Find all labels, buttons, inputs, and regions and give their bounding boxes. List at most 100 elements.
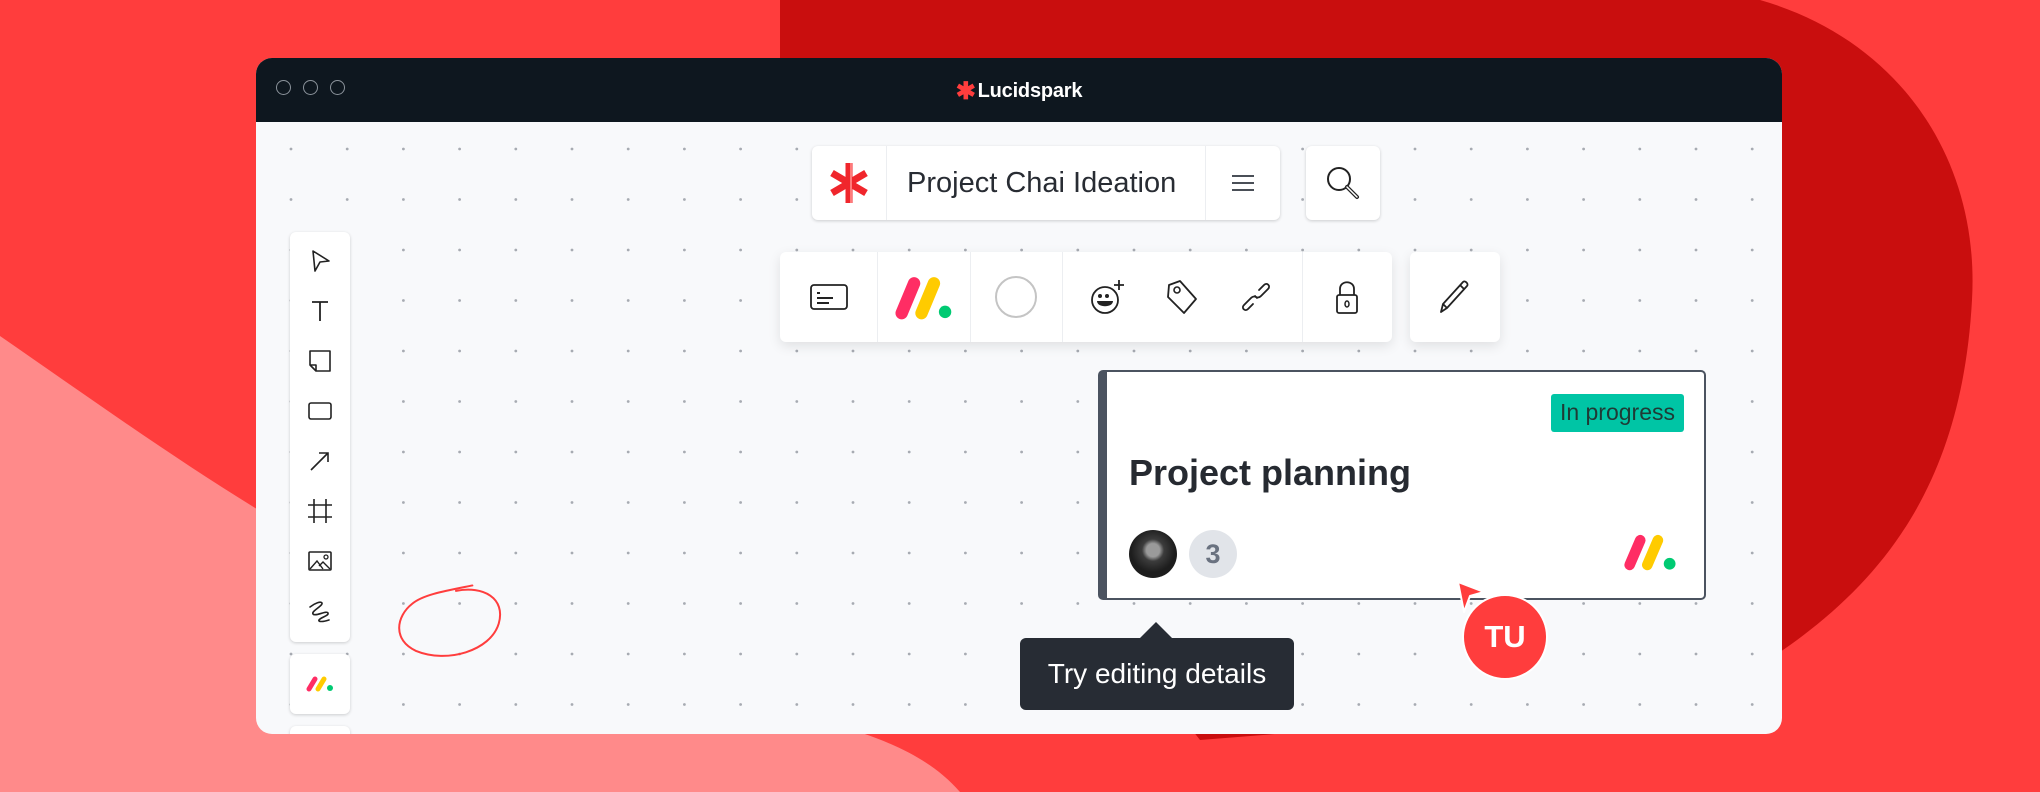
grid-dot xyxy=(1582,349,1585,353)
monday-sync-button[interactable] xyxy=(887,252,961,342)
edit-button[interactable] xyxy=(1410,252,1500,342)
grid-dot xyxy=(1582,248,1585,252)
grid-dot xyxy=(1638,299,1642,302)
grid-dot xyxy=(1020,349,1023,353)
grid-dot xyxy=(683,450,686,454)
document-menu-button[interactable] xyxy=(1205,146,1280,220)
assignee-avatar[interactable] xyxy=(1129,530,1177,578)
app-brand: ✱ Lucidspark xyxy=(256,77,1782,106)
collaborator-avatar: TU xyxy=(1462,594,1548,680)
grid-dot xyxy=(739,400,742,403)
grid-dot xyxy=(458,602,461,605)
document-bar: Project Chai Ideation xyxy=(812,146,1280,220)
document-title[interactable]: Project Chai Ideation xyxy=(887,146,1205,220)
tool-select[interactable] xyxy=(290,236,350,286)
search-button[interactable] xyxy=(1306,146,1380,220)
monday-integration-button[interactable] xyxy=(290,654,350,714)
grid-dot xyxy=(1694,299,1698,302)
grid-dot xyxy=(1526,198,1529,201)
grid-dot xyxy=(739,248,742,252)
grid-dot xyxy=(851,400,855,403)
ctx-segment-color xyxy=(971,252,1064,342)
grid-dot xyxy=(514,248,518,252)
frame-icon xyxy=(308,499,332,523)
grid-dot xyxy=(683,248,686,252)
grid-dot xyxy=(1526,349,1529,353)
grid-dot xyxy=(514,501,518,504)
grid-dot xyxy=(964,450,967,454)
grid-dot xyxy=(626,198,630,201)
grid-dot xyxy=(1694,602,1698,605)
grid-dot xyxy=(458,248,461,252)
grid-dot xyxy=(795,400,799,403)
grid-dot xyxy=(570,652,574,656)
grid-dot xyxy=(1469,349,1473,353)
tool-image[interactable] xyxy=(290,536,350,586)
grid-dot xyxy=(795,602,799,605)
grid-dot xyxy=(739,602,742,605)
tag-button[interactable] xyxy=(1145,252,1219,342)
add-reaction-button[interactable] xyxy=(1071,252,1145,342)
grid-dot xyxy=(570,400,574,403)
lucidspark-asterisk-icon xyxy=(830,163,868,203)
grid-dot xyxy=(964,501,967,504)
more-tools-button[interactable] xyxy=(290,726,350,734)
tool-sticky-note[interactable] xyxy=(290,336,350,386)
ctx-segment-monday xyxy=(878,252,971,342)
grid-dot xyxy=(570,248,574,252)
grid-dot xyxy=(1638,248,1642,252)
grid-dot xyxy=(1301,349,1304,353)
grid-dot xyxy=(458,299,461,302)
text-icon xyxy=(312,301,328,321)
arrow-icon xyxy=(310,452,329,471)
grid-dot xyxy=(1750,652,1754,656)
tool-freehand[interactable] xyxy=(290,586,350,636)
left-toolbar xyxy=(290,232,350,642)
status-badge[interactable]: In progress xyxy=(1550,394,1684,432)
grid-dot xyxy=(514,703,518,706)
grid-dot xyxy=(570,501,574,504)
grid-dot xyxy=(458,349,461,353)
grid-dot xyxy=(1638,602,1642,605)
grid-dot xyxy=(1638,652,1642,656)
grid-dot xyxy=(1020,450,1023,454)
grid-dot xyxy=(514,147,518,151)
grid-dot xyxy=(1750,400,1754,403)
grid-dot xyxy=(458,450,461,454)
grid-dot xyxy=(1638,349,1642,353)
grid-dot xyxy=(739,147,742,151)
grid-dot xyxy=(1694,703,1698,706)
hamburger-menu-icon xyxy=(1232,175,1254,191)
pointer-icon xyxy=(312,250,330,272)
tool-text[interactable] xyxy=(290,286,350,336)
card-title[interactable]: Project planning xyxy=(1129,452,1411,494)
monday-logo-icon xyxy=(1624,534,1676,571)
color-picker-button[interactable] xyxy=(979,252,1053,342)
lock-button[interactable] xyxy=(1310,252,1384,342)
lucidspark-home-button[interactable] xyxy=(812,146,887,220)
tool-shape[interactable] xyxy=(290,386,350,436)
sticky-note-icon xyxy=(309,350,331,372)
grid-dot xyxy=(1469,248,1473,252)
grid-dot xyxy=(1357,248,1361,252)
rectangle-icon xyxy=(308,402,332,420)
grid-dot xyxy=(514,450,518,454)
board-canvas[interactable]: Project Chai Ideation In progress Projec… xyxy=(256,122,1782,734)
grid-dot xyxy=(402,198,405,201)
grid-dot xyxy=(1301,652,1304,656)
lock-icon xyxy=(1336,281,1359,314)
grid-dot xyxy=(1301,248,1304,252)
grid-dot xyxy=(739,198,742,201)
grid-dot xyxy=(907,602,911,605)
monday-item-card[interactable]: In progress Project planning 3 xyxy=(1098,370,1706,600)
grid-dot xyxy=(402,551,405,555)
card-details-button[interactable] xyxy=(792,252,866,342)
assignee-count-badge[interactable]: 3 xyxy=(1189,530,1237,578)
grid-dot xyxy=(458,652,461,656)
tool-frame[interactable] xyxy=(290,486,350,536)
grid-dot xyxy=(1526,703,1529,706)
tool-line[interactable] xyxy=(290,436,350,486)
link-button[interactable] xyxy=(1219,252,1293,342)
grid-dot xyxy=(964,349,967,353)
grid-dot xyxy=(345,198,349,201)
